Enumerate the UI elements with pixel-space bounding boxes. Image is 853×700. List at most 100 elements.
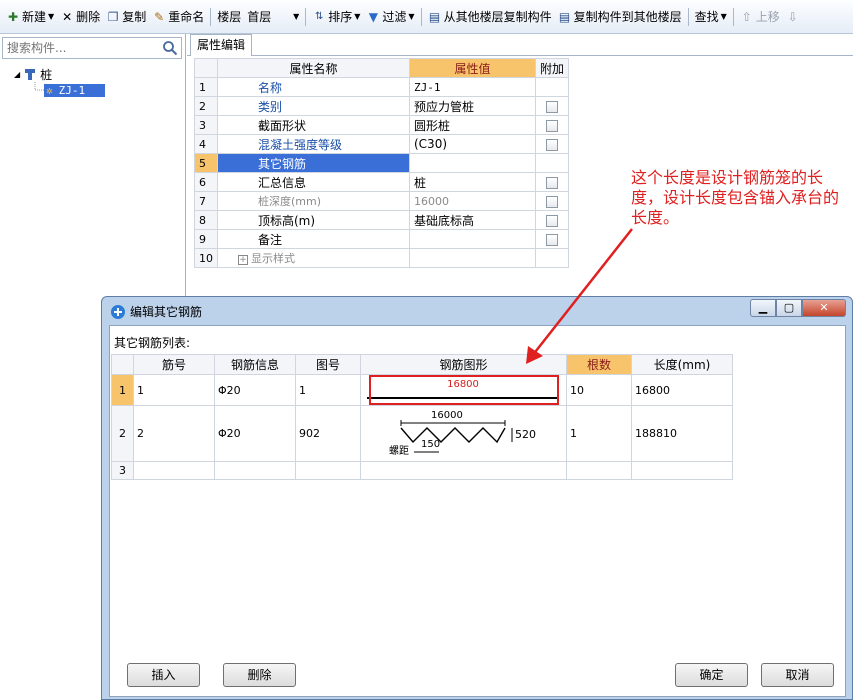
rename-button[interactable]: ✎ 重命名 <box>149 6 207 28</box>
bar-info-cell[interactable]: Φ20 <box>214 374 296 406</box>
move-up-button[interactable]: ⇧ 上移 <box>737 6 783 28</box>
move-down-button[interactable]: ⇩ <box>783 6 805 28</box>
property-row[interactable]: 7 桩深度(mm) 16000 <box>194 191 570 211</box>
copy-from-floor-button[interactable]: ▤ 从其他楼层复制构件 <box>425 6 555 28</box>
bar-shape-cell[interactable]: 16000 520 螺距 150 <box>360 405 567 462</box>
property-value[interactable]: 16000 <box>409 191 536 211</box>
row-number: 2 <box>111 405 134 462</box>
extra-cell <box>534 134 570 154</box>
bar-number-cell[interactable]: 1 <box>133 374 215 406</box>
header-figure-number[interactable]: 图号 <box>295 354 361 375</box>
property-row[interactable]: 6 汇总信息 桩 <box>194 172 570 192</box>
property-value[interactable] <box>409 229 536 249</box>
extra-checkbox[interactable] <box>546 195 558 208</box>
rebar-row[interactable]: 3 <box>111 461 733 480</box>
bar-number-cell[interactable]: 2 <box>133 405 215 462</box>
search-icon[interactable] <box>162 40 178 56</box>
extra-checkbox[interactable] <box>546 233 558 246</box>
property-row[interactable]: 8 顶标高(m) 基础底标高 <box>194 210 570 230</box>
maximize-button[interactable]: ▢ <box>776 299 802 317</box>
dropdown-arrow-icon: ▼ <box>48 12 55 21</box>
tab-property-edit[interactable]: 属性编辑 <box>190 34 253 56</box>
property-row-selected[interactable]: 5 其它钢筋 <box>194 153 570 173</box>
header-bar-number[interactable]: 筋号 <box>133 354 215 375</box>
length-cell[interactable]: 188810 <box>631 405 733 462</box>
figure-number-cell[interactable] <box>295 461 361 480</box>
shape-pitch-label: 螺距 <box>389 446 409 457</box>
new-button[interactable]: ✚ 新建 ▼ <box>3 6 57 28</box>
property-value[interactable]: 圆形桩 <box>409 115 536 135</box>
property-row[interactable]: 3 截面形状 圆形桩 <box>194 115 570 135</box>
property-value[interactable] <box>409 248 536 268</box>
figure-number-cell[interactable]: 1 <box>295 374 361 406</box>
chevron-down-icon: ▼ <box>293 12 300 21</box>
extra-checkbox[interactable] <box>546 100 558 113</box>
property-value[interactable]: 基础底标高 <box>409 210 536 230</box>
extra-cell <box>534 191 570 211</box>
bar-shape-cell[interactable]: 16800 <box>360 374 567 406</box>
figure-number-cell[interactable]: 902 <box>295 405 361 462</box>
property-row[interactable]: 9 备注 <box>194 229 570 249</box>
header-bar-info[interactable]: 钢筋信息 <box>214 354 296 375</box>
cancel-button[interactable]: 取消 <box>761 663 834 687</box>
property-value[interactable]: 桩 <box>409 172 536 192</box>
insert-button[interactable]: 插入 <box>127 663 200 687</box>
property-name: 顶标高(m) <box>217 210 410 230</box>
tree-node-zj1[interactable]: ✲ ZJ-1 <box>44 82 106 98</box>
expand-icon[interactable]: + <box>238 255 248 265</box>
bar-info-cell[interactable]: Φ20 <box>214 405 296 462</box>
copy-to-floor-icon: ▤ <box>558 9 571 24</box>
count-cell[interactable]: 1 <box>566 405 632 462</box>
bar-number-cell[interactable] <box>133 461 215 480</box>
property-value[interactable] <box>409 153 536 173</box>
sort-icon: ⇅ <box>315 10 324 22</box>
copy-button[interactable]: ❐ 复制 <box>103 6 149 28</box>
pile-icon <box>25 69 36 80</box>
header-bar-shape[interactable]: 钢筋图形 <box>360 354 567 375</box>
maximize-icon: ▢ <box>783 301 795 314</box>
extra-cell <box>534 172 570 192</box>
row-number: 8 <box>194 210 218 230</box>
extra-checkbox[interactable] <box>546 176 558 189</box>
search-input[interactable] <box>3 38 153 58</box>
property-row[interactable]: 1 名称 ZJ-1 <box>194 77 570 97</box>
length-cell[interactable] <box>631 461 733 480</box>
header-property-name[interactable]: 属性名称 <box>217 58 410 78</box>
tree-node-pile[interactable]: ◢ 桩 <box>14 66 52 82</box>
property-value[interactable]: (C30) <box>409 134 536 154</box>
sort-button[interactable]: ⇅ 排序 ▼ <box>309 6 363 28</box>
rename-icon: ✎ <box>154 9 165 24</box>
new-icon: ✚ <box>7 9 19 24</box>
header-extra[interactable]: 附加 <box>534 58 570 78</box>
count-cell[interactable] <box>566 461 632 480</box>
property-value[interactable]: 预应力管桩 <box>409 96 536 116</box>
rebar-row[interactable]: 1 1 Φ20 1 16800 10 16800 <box>111 374 733 406</box>
minimize-button[interactable]: ▁ <box>750 299 776 317</box>
property-row[interactable]: 4 混凝土强度等级 (C30) <box>194 134 570 154</box>
floor-select[interactable]: 首层 ▼ <box>244 7 302 27</box>
extra-checkbox[interactable] <box>546 138 558 151</box>
property-row[interactable]: 2 类别 预应力管桩 <box>194 96 570 116</box>
property-value[interactable]: ZJ-1 <box>409 77 536 97</box>
filter-button[interactable]: ▼ 过滤 ▼ <box>363 6 417 28</box>
rebar-row[interactable]: 2 2 Φ20 902 16000 520 螺距 150 1 188810 <box>111 405 733 462</box>
collapse-arrow-icon[interactable]: ◢ <box>14 70 20 79</box>
copy-to-floor-button[interactable]: ▤ 复制构件到其他楼层 <box>555 6 685 28</box>
bar-info-cell[interactable] <box>214 461 296 480</box>
delete-button[interactable]: ✕ 删除 <box>57 6 103 28</box>
length-cell[interactable]: 16800 <box>631 374 733 406</box>
extra-checkbox[interactable] <box>546 119 558 132</box>
property-row[interactable]: 10 + 显示样式 <box>194 248 570 268</box>
header-count[interactable]: 根数 <box>566 354 632 375</box>
delete-row-button[interactable]: 删除 <box>223 663 296 687</box>
filter-icon: ▼ <box>368 9 379 24</box>
toolbar-divider <box>420 7 422 26</box>
extra-checkbox[interactable] <box>546 214 558 227</box>
ok-button[interactable]: 确定 <box>675 663 748 687</box>
header-property-value[interactable]: 属性值 <box>409 58 536 78</box>
find-button[interactable]: 查找 ▼ <box>692 6 730 28</box>
bar-shape-cell[interactable] <box>360 461 567 480</box>
header-length[interactable]: 长度(mm) <box>631 354 733 375</box>
close-button[interactable]: ✕ <box>802 299 846 317</box>
count-cell[interactable]: 10 <box>566 374 632 406</box>
